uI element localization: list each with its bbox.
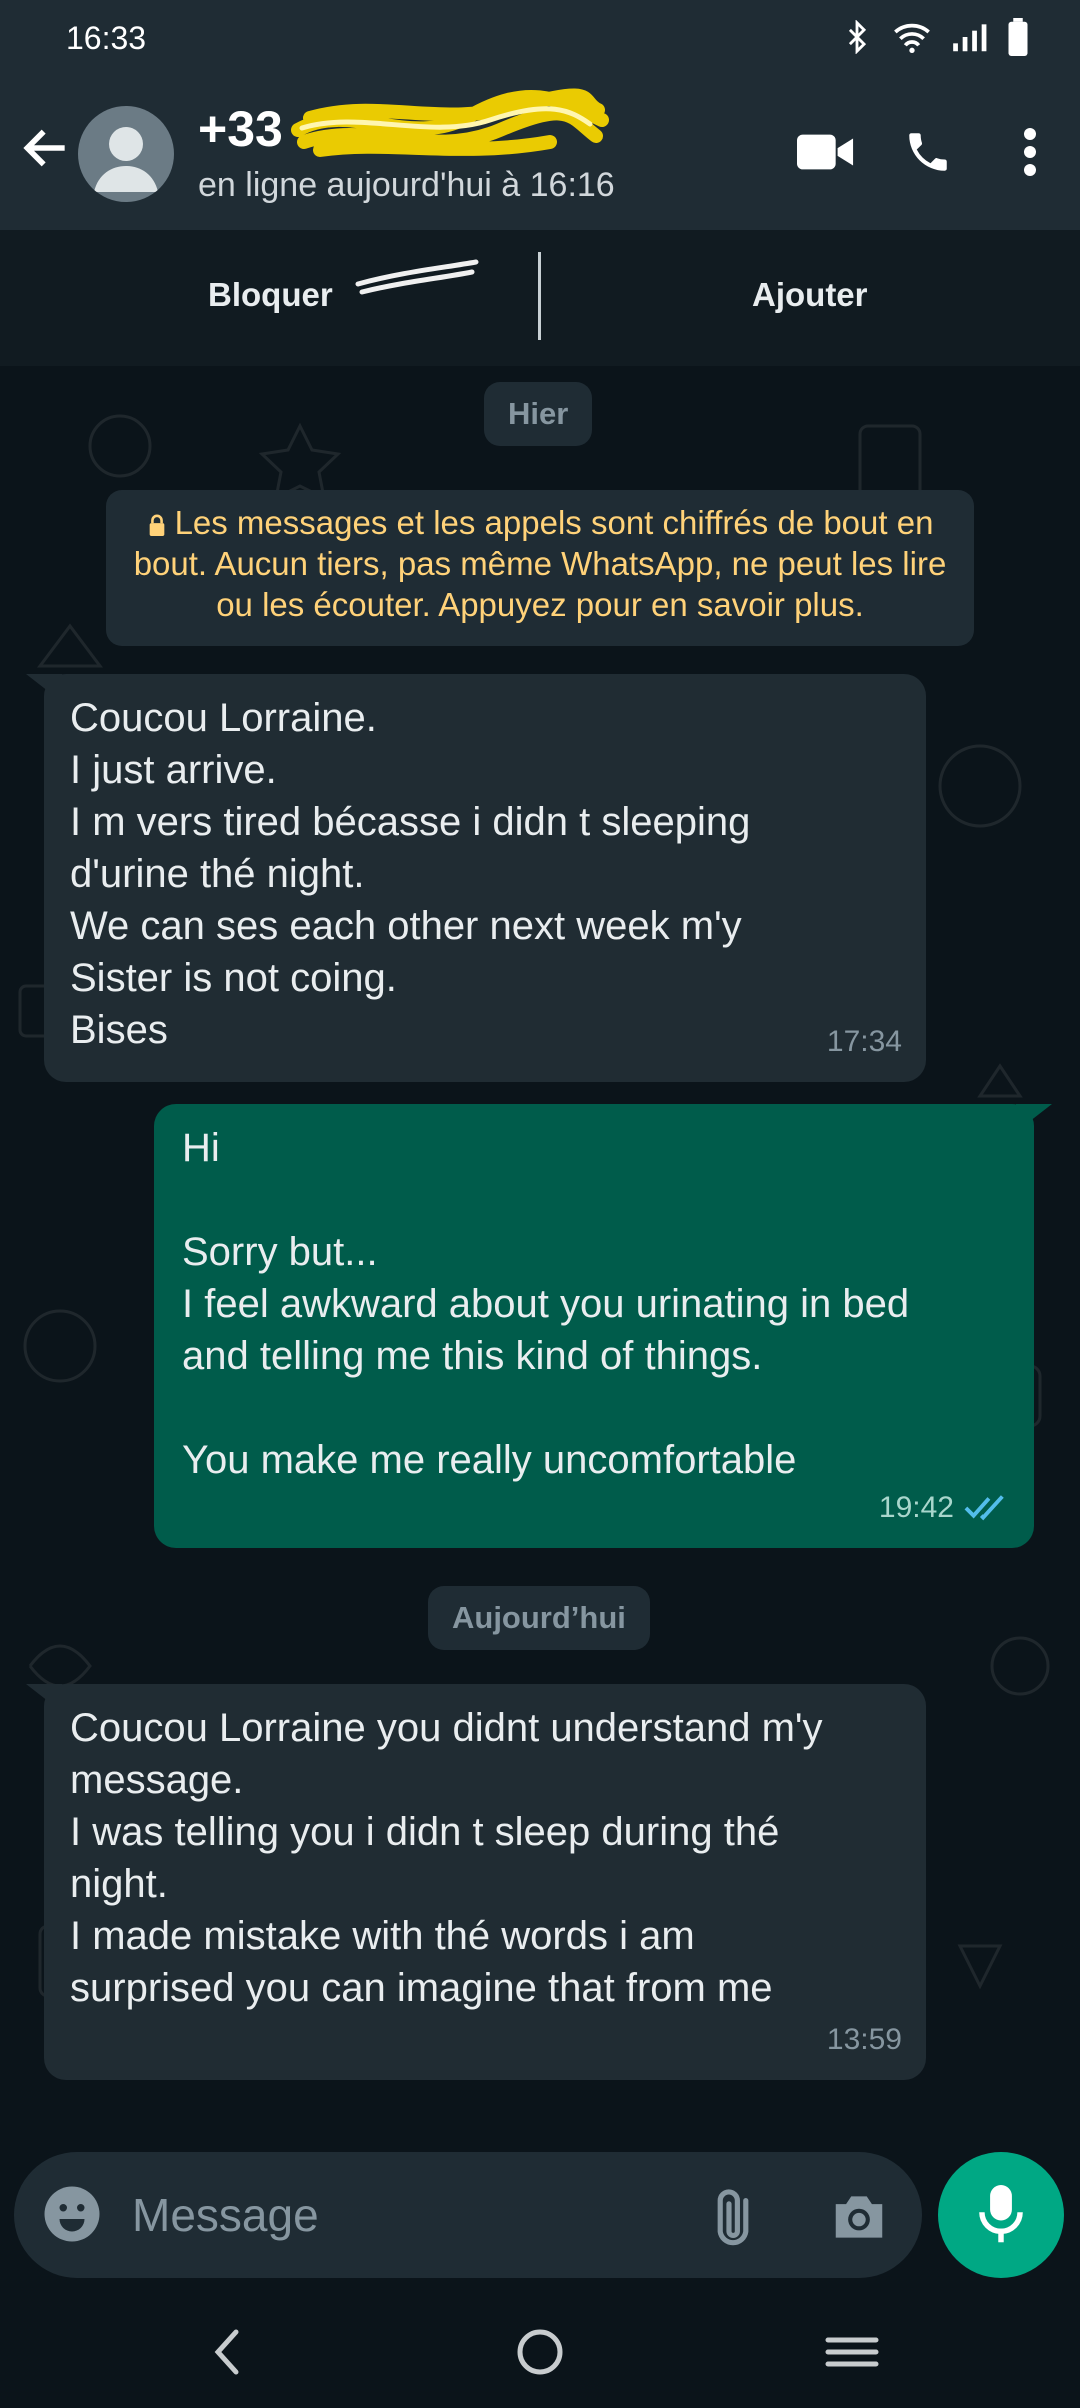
message-time: 19:42	[878, 1491, 954, 1524]
redaction-scribble-small	[355, 259, 479, 295]
mic-icon	[979, 2185, 1023, 2243]
voice-call-icon	[909, 133, 947, 171]
message-composer[interactable]: Message	[14, 2152, 922, 2278]
battery-icon	[1008, 18, 1028, 56]
nav-back-icon[interactable]	[188, 2322, 268, 2382]
message-time: 17:34	[826, 1025, 902, 1058]
message-bubble-outgoing[interactable]: Hi Sorry but... I feel awkward about you…	[154, 1104, 1052, 1548]
message-meta: 13:59	[827, 2014, 902, 2066]
message-meta: 19:42	[879, 1482, 1010, 1534]
message-text: Coucou Lorraine. I just arrive. I m vers…	[70, 696, 751, 1052]
encryption-notice-text: Les messages et les appels sont chiffrés…	[133, 504, 947, 623]
message-input[interactable]: Message	[132, 2188, 319, 2242]
more-options-icon	[1024, 128, 1036, 176]
message-text: Hi Sorry but... I feel awkward about you…	[182, 1126, 910, 1482]
default-avatar-icon	[94, 127, 158, 192]
avatar[interactable]	[78, 106, 174, 202]
lock-icon	[149, 514, 164, 536]
message-text: Coucou Lorraine you didnt understand m'y…	[70, 1706, 823, 2010]
message-meta: 17:34	[827, 1016, 902, 1068]
video-call-icon	[797, 134, 854, 170]
contact-name[interactable]: +33	[198, 100, 283, 158]
unknown-contact-actions: Bloquer Ajouter	[0, 230, 1080, 367]
double-check-icon	[964, 1495, 1004, 1521]
message-bubble-incoming[interactable]: Coucou Lorraine you didnt understand m'y…	[26, 1684, 926, 2080]
redaction-scribble	[291, 88, 609, 157]
chat-header: +33 en ligne aujourd'hui à 16:16	[0, 76, 1080, 230]
nav-home-icon[interactable]	[500, 2322, 580, 2382]
encryption-notice[interactable]: Les messages et les appels sont chiffrés…	[106, 490, 974, 646]
bubble-tail	[26, 674, 62, 702]
message-bubble-incoming[interactable]: Coucou Lorraine. I just arrive. I m vers…	[26, 674, 926, 1082]
action-divider	[538, 252, 541, 340]
signal-icon	[953, 24, 987, 52]
bubble-tail	[26, 1684, 62, 1712]
message-list[interactable]: Hier Les messages et les appels sont chi…	[0, 366, 1080, 2150]
nav-recents-icon[interactable]	[812, 2322, 892, 2382]
status-bar: 16:33	[0, 0, 1080, 76]
date-separator-yesterday: Hier	[484, 382, 593, 446]
emoji-icon[interactable]	[42, 2184, 102, 2244]
voice-message-button[interactable]	[938, 2152, 1064, 2278]
voice-call-button[interactable]	[898, 122, 958, 182]
wifi-icon	[894, 23, 930, 53]
camera-icon[interactable]	[828, 2186, 890, 2248]
status-time: 16:33	[66, 20, 147, 56]
attach-icon[interactable]	[702, 2186, 764, 2248]
back-arrow-icon[interactable]	[18, 120, 74, 176]
video-call-button[interactable]	[796, 122, 856, 182]
add-contact-button[interactable]: Ajouter	[752, 276, 868, 314]
presence-status: en ligne aujourd'hui à 16:16	[198, 166, 615, 204]
message-time: 13:59	[826, 2023, 902, 2056]
more-options-button[interactable]	[1000, 122, 1060, 182]
block-button[interactable]: Bloquer	[208, 276, 333, 314]
header-actions	[796, 122, 1060, 182]
bluetooth-icon	[848, 20, 867, 54]
system-navigation-bar	[0, 2296, 1080, 2408]
date-separator-today: Aujourd’hui	[428, 1586, 650, 1650]
status-icons	[840, 18, 1030, 56]
bubble-tail	[1016, 1104, 1052, 1132]
